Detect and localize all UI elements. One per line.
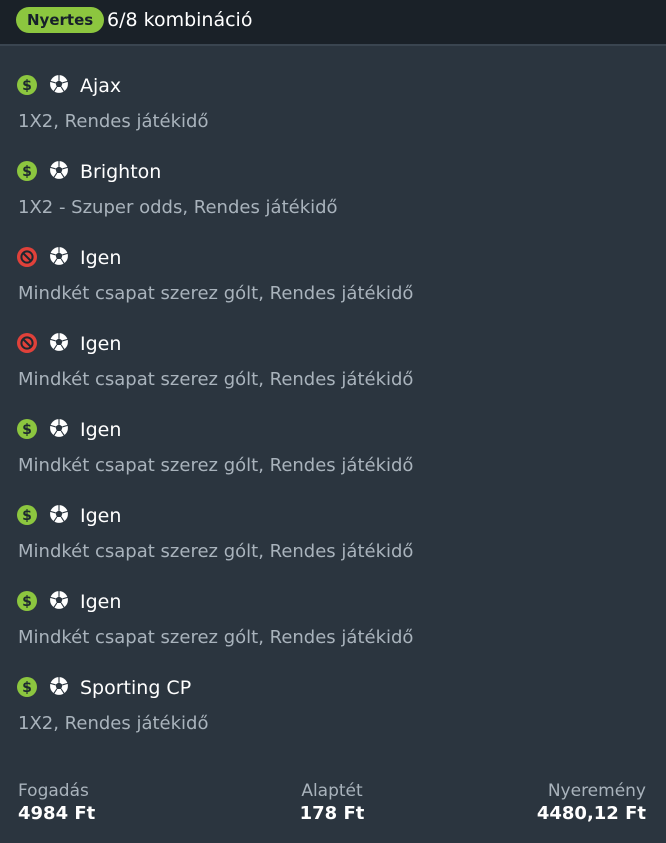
base-stake-value: 178 Ft bbox=[299, 803, 365, 824]
stake-label: Fogadás bbox=[18, 781, 89, 801]
status-badge: Nyertes bbox=[16, 7, 105, 33]
selection-market: Mindkét csapat szerez gólt, Rendes játék… bbox=[18, 369, 414, 390]
selection-item: $ Sporting CP 1X2, Rendes játékidő bbox=[0, 670, 666, 756]
winnings-value: 4480,12 Ft bbox=[536, 803, 646, 824]
bet-title: 6/8 kombináció bbox=[107, 9, 253, 31]
selection-item: $ Ajax 1X2, Rendes játékidő bbox=[0, 68, 666, 154]
prohibited-icon bbox=[16, 332, 38, 354]
base-stake-label: Alaptét bbox=[301, 781, 363, 801]
svg-text:$: $ bbox=[22, 78, 32, 94]
selection-item: Igen Mindkét csapat szerez gólt, Rendes j… bbox=[0, 240, 666, 326]
selection-item: $ Igen Mindkét csapat szerez gólt, Rendes … bbox=[0, 584, 666, 670]
dollar-icon: $ bbox=[16, 160, 38, 182]
base-stake-summary: Alaptét 178 Ft bbox=[232, 780, 432, 826]
selection-market: Mindkét csapat szerez gólt, Rendes játék… bbox=[18, 283, 414, 304]
prohibited-icon bbox=[16, 246, 38, 268]
selection-item: Igen Mindkét csapat szerez gólt, Rendes j… bbox=[0, 326, 666, 412]
soccer-ball-icon bbox=[48, 675, 70, 697]
stake-summary: Fogadás 4984 Ft bbox=[18, 780, 95, 826]
selection-market: 1X2 - Szuper odds, Rendes játékidő bbox=[18, 197, 338, 218]
selection-name: Igen bbox=[80, 419, 122, 441]
selection-item: $ Brighton 1X2 - Szuper odds, Rendes játék… bbox=[0, 154, 666, 240]
stake-value: 4984 Ft bbox=[18, 803, 96, 824]
svg-text:$: $ bbox=[22, 508, 32, 524]
selection-market: Mindkét csapat szerez gólt, Rendes játék… bbox=[18, 627, 414, 648]
soccer-ball-icon bbox=[48, 589, 70, 611]
selection-name: Igen bbox=[80, 333, 122, 355]
svg-text:$: $ bbox=[22, 594, 32, 610]
soccer-ball-icon bbox=[48, 417, 70, 439]
dollar-icon: $ bbox=[16, 74, 38, 96]
bet-header: Nyertes 6/8 kombináció bbox=[0, 0, 666, 46]
soccer-ball-icon bbox=[48, 503, 70, 525]
selection-market: 1X2, Rendes játékidő bbox=[18, 713, 209, 734]
selection-name: Igen bbox=[80, 505, 122, 527]
selection-name: Igen bbox=[80, 247, 122, 269]
svg-text:$: $ bbox=[22, 680, 32, 696]
winnings-label: Nyeremény bbox=[547, 781, 646, 801]
selection-market: 1X2, Rendes játékidő bbox=[18, 111, 209, 132]
soccer-ball-icon bbox=[48, 331, 70, 353]
selection-market: Mindkét csapat szerez gólt, Rendes játék… bbox=[18, 455, 414, 476]
dollar-icon: $ bbox=[16, 504, 38, 526]
svg-text:$: $ bbox=[22, 422, 32, 438]
svg-text:$: $ bbox=[22, 164, 32, 180]
soccer-ball-icon bbox=[48, 73, 70, 95]
soccer-ball-icon bbox=[48, 159, 70, 181]
dollar-icon: $ bbox=[16, 590, 38, 612]
selection-list: $ Ajax 1X2, Rendes játékidő $ Brighton 1X2 - … bbox=[0, 68, 666, 756]
selection-item: $ Igen Mindkét csapat szerez gólt, Rendes … bbox=[0, 498, 666, 584]
selection-name: Brighton bbox=[80, 161, 162, 183]
dollar-icon: $ bbox=[16, 418, 38, 440]
selection-name: Ajax bbox=[80, 75, 122, 97]
dollar-icon: $ bbox=[16, 676, 38, 698]
soccer-ball-icon bbox=[48, 245, 70, 267]
winnings-summary: Nyeremény 4480,12 Ft bbox=[537, 780, 646, 826]
selection-name: Sporting CP bbox=[80, 677, 192, 699]
selection-market: Mindkét csapat szerez gólt, Rendes játék… bbox=[18, 541, 414, 562]
selection-item: $ Igen Mindkét csapat szerez gólt, Rendes … bbox=[0, 412, 666, 498]
selection-name: Igen bbox=[80, 591, 122, 613]
